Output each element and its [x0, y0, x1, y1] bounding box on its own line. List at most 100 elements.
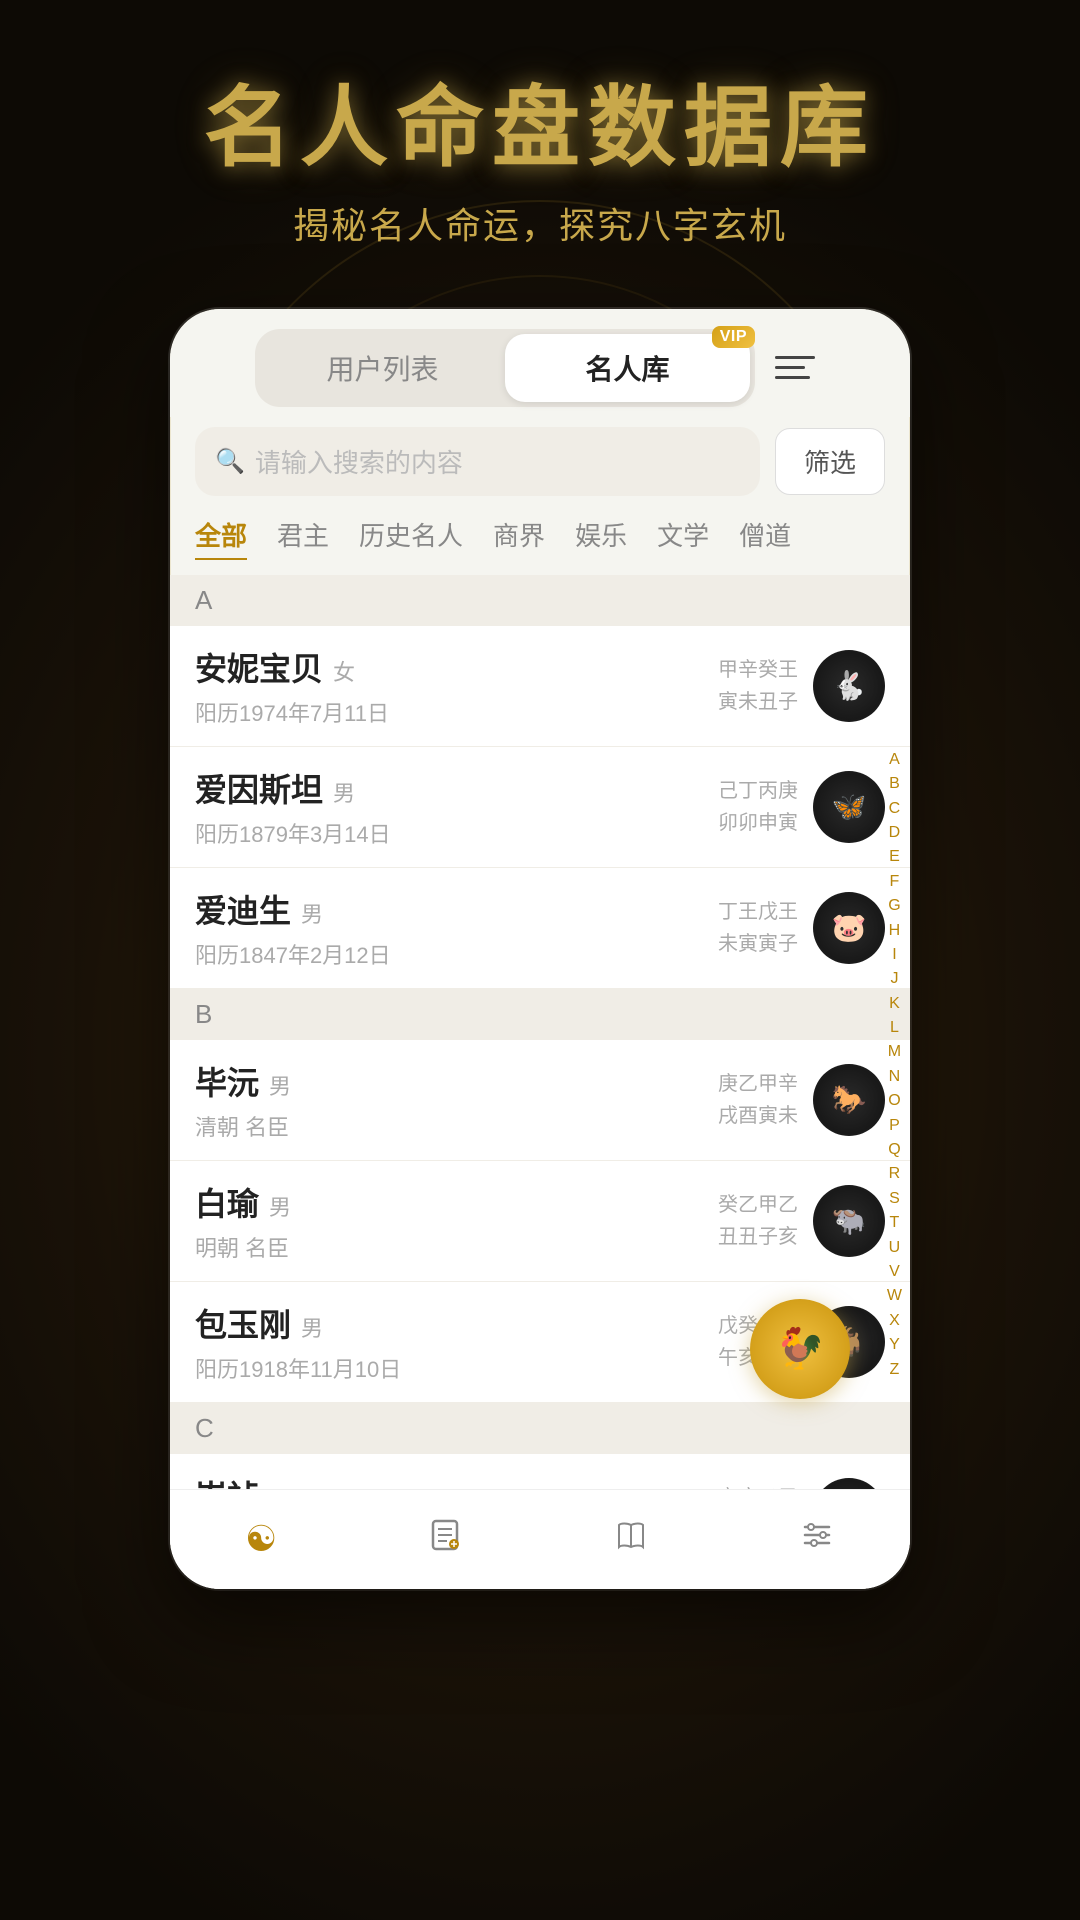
ganzhi1-biyuan: 庚乙甲辛: [718, 1068, 798, 1100]
gender-edison: 男: [301, 897, 323, 929]
name-row-edison: 爱迪生 男: [195, 886, 718, 932]
person-info-einstein: 爱因斯坦 男 阳历1879年3月14日: [195, 765, 718, 849]
cat-religion[interactable]: 僧道: [739, 516, 791, 560]
alpha-r[interactable]: R: [887, 1163, 902, 1185]
cat-all[interactable]: 全部: [195, 516, 247, 560]
ganzhi-annie: 甲辛癸王 寅未丑子: [718, 654, 798, 718]
section-header-a: A: [170, 575, 910, 626]
floating-coin[interactable]: 🐓: [750, 1299, 850, 1399]
coin-symbol: 🐓: [775, 1325, 825, 1372]
alpha-p[interactable]: P: [887, 1115, 902, 1137]
name-annie: 安妮宝贝: [195, 644, 323, 690]
section-header-b: B: [170, 989, 910, 1040]
gender-biyuan: 男: [269, 1069, 291, 1101]
alpha-m[interactable]: M: [887, 1041, 902, 1063]
cat-history[interactable]: 历史名人: [359, 516, 463, 560]
alpha-t[interactable]: T: [887, 1212, 902, 1234]
ganzhi2-edison: 未寅寅子: [718, 928, 798, 960]
vip-badge: VIP: [712, 326, 755, 348]
alpha-u[interactable]: U: [887, 1237, 902, 1259]
search-bar: 🔍 请输入搜索的内容 筛选: [195, 427, 885, 496]
avatar-annie: 🐇: [813, 650, 885, 722]
person-info-baoyugang: 包玉刚 男 阳历1918年11月10日: [195, 1300, 718, 1384]
alpha-g[interactable]: G: [887, 895, 902, 917]
alpha-e[interactable]: E: [887, 846, 902, 868]
bottom-nav: ☯: [170, 1489, 910, 1589]
menu-line-1: [775, 356, 815, 359]
nav-yinyang[interactable]: ☯: [225, 1508, 297, 1570]
ganzhi2-einstein: 卯卯申寅: [718, 807, 798, 839]
alpha-o[interactable]: O: [887, 1090, 902, 1112]
alpha-c[interactable]: C: [887, 798, 902, 820]
section-header-c: C: [170, 1403, 910, 1454]
date-einstein: 阳历1879年3月14日: [195, 817, 718, 849]
alpha-b[interactable]: B: [887, 773, 902, 795]
alpha-y[interactable]: Y: [887, 1334, 902, 1356]
date-baiyu: 明朝 名臣: [195, 1231, 718, 1263]
nav-book[interactable]: [593, 1507, 669, 1572]
ganzhi1-einstein: 己丁丙庚: [718, 775, 798, 807]
menu-button[interactable]: [775, 343, 825, 393]
alpha-x[interactable]: X: [887, 1310, 902, 1332]
cat-ruler[interactable]: 君主: [277, 516, 329, 560]
person-info-baiyu: 白瑜 男 明朝 名臣: [195, 1179, 718, 1263]
alpha-l[interactable]: L: [887, 1017, 902, 1039]
avatar-baiyu: 🐃: [813, 1185, 885, 1257]
header-section: 名人命盘数据库 揭秘名人命运，探究八字玄机: [0, 0, 1080, 249]
filter-button[interactable]: 筛选: [775, 428, 885, 495]
page-subtitle: 揭秘名人命运，探究八字玄机: [0, 197, 1080, 249]
person-item-edison[interactable]: 爱迪生 男 阳历1847年2月12日 丁王戊王 未寅寅子 🐷: [170, 868, 910, 989]
yinyang-icon: ☯: [245, 1518, 277, 1560]
alpha-f[interactable]: F: [887, 871, 902, 893]
alpha-n[interactable]: N: [887, 1066, 902, 1088]
ganzhi-biyuan: 庚乙甲辛 戌酉寅未: [718, 1068, 798, 1132]
alpha-d[interactable]: D: [887, 822, 902, 844]
alpha-q[interactable]: Q: [887, 1139, 902, 1161]
ganzhi1-edison: 丁王戊王: [718, 896, 798, 928]
alpha-k[interactable]: K: [887, 993, 902, 1015]
alpha-z[interactable]: Z: [887, 1359, 902, 1381]
alpha-h[interactable]: H: [887, 920, 902, 942]
date-edison: 阳历1847年2月12日: [195, 938, 718, 970]
person-info-annie: 安妮宝贝 女 阳历1974年7月11日: [195, 644, 718, 728]
name-edison: 爱迪生: [195, 886, 291, 932]
person-item-einstein[interactable]: 爱因斯坦 男 阳历1879年3月14日 己丁丙庚 卯卯申寅 🦋: [170, 747, 910, 868]
ganzhi-baiyu: 癸乙甲乙 丑丑子亥: [718, 1189, 798, 1253]
avatar-symbol-annie: 🐇: [832, 669, 867, 702]
menu-line-2: [775, 366, 805, 369]
nav-notes[interactable]: [407, 1507, 483, 1572]
alpha-a[interactable]: A: [887, 749, 902, 771]
search-input-wrap[interactable]: 🔍 请输入搜索的内容: [195, 427, 760, 496]
alpha-w[interactable]: W: [887, 1285, 902, 1307]
ganzhi-einstein: 己丁丙庚 卯卯申寅: [718, 775, 798, 839]
name-row-biyuan: 毕沅 男: [195, 1058, 718, 1104]
person-item-annie[interactable]: 安妮宝贝 女 阳历1974年7月11日 甲辛癸王 寅未丑子 🐇: [170, 626, 910, 747]
avatar-symbol-baiyu: 🐃: [832, 1204, 867, 1237]
settings-icon: [799, 1517, 835, 1562]
name-einstein: 爱因斯坦: [195, 765, 323, 811]
search-icon: 🔍: [215, 447, 245, 476]
gender-einstein: 男: [333, 776, 355, 808]
search-placeholder: 请输入搜索的内容: [255, 443, 463, 480]
cat-business[interactable]: 商界: [493, 516, 545, 560]
page-title: 名人命盘数据库: [0, 80, 1080, 177]
tab-user-list[interactable]: 用户列表: [260, 334, 505, 402]
person-item-baiyu[interactable]: 白瑜 男 明朝 名臣 癸乙甲乙 丑丑子亥 🐃: [170, 1161, 910, 1282]
date-biyuan: 清朝 名臣: [195, 1110, 718, 1142]
avatar-edison: 🐷: [813, 892, 885, 964]
avatar-symbol-biyuan: 🐎: [832, 1083, 867, 1116]
alpha-j[interactable]: J: [887, 968, 902, 990]
alpha-v[interactable]: V: [887, 1261, 902, 1283]
cat-literature[interactable]: 文学: [657, 516, 709, 560]
person-info-edison: 爱迪生 男 阳历1847年2月12日: [195, 886, 718, 970]
tab-celebrity-db[interactable]: 名人库 VIP: [505, 334, 750, 402]
avatar-symbol-einstein: 🦋: [832, 790, 867, 823]
ganzhi2-baiyu: 丑丑子亥: [718, 1221, 798, 1253]
ganzhi-edison: 丁王戊王 未寅寅子: [718, 896, 798, 960]
person-item-biyuan[interactable]: 毕沅 男 清朝 名臣 庚乙甲辛 戌酉寅未 🐎: [170, 1040, 910, 1161]
alpha-i[interactable]: I: [887, 944, 902, 966]
alpha-s[interactable]: S: [887, 1188, 902, 1210]
cat-entertainment[interactable]: 娱乐: [575, 516, 627, 560]
nav-settings[interactable]: [779, 1507, 855, 1572]
menu-line-3: [775, 376, 810, 379]
